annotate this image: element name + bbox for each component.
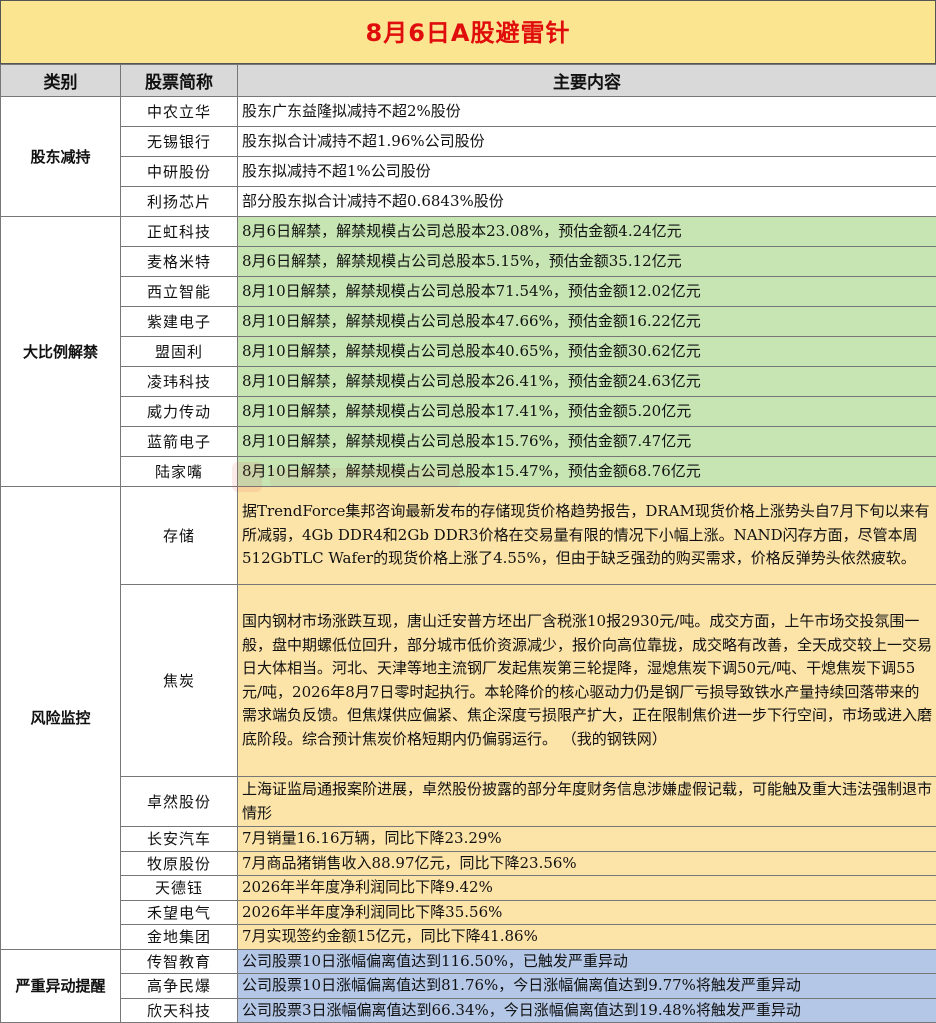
- table-row: 股东减持 中农立华 股东广东益隆拟减持不超2%股份: [1, 97, 936, 127]
- stock-name: 存储: [121, 487, 238, 585]
- content-cell: 2026年半年度净利润同比下降9.42%: [238, 876, 936, 901]
- content-cell: 8月10日解禁，解禁规模占公司总股本71.54%，预估金额12.02亿元: [238, 277, 936, 307]
- content-cell: 8月6日解禁，解禁规模占公司总股本23.08%，预估金额4.24亿元: [238, 217, 936, 247]
- content-cell: 上海证监局通报案阶进展，卓然股份披露的部分年度财务信息涉嫌虚假记载，可能触及重大…: [238, 777, 936, 827]
- table-row: 无锡银行 股东拟合计减持不超1.96%公司股份: [1, 127, 936, 157]
- content-cell: 公司股票3日涨幅偏离值达到66.34%，今日涨幅偏离值达到19.48%将触发严重…: [238, 998, 936, 1023]
- table-row: 长安汽车 7月销量16.16万辆，同比下降23.29%: [1, 827, 936, 852]
- content-cell: 8月10日解禁，解禁规模占公司总股本26.41%，预估金额24.63亿元: [238, 367, 936, 397]
- group-risk-monitor: 风险监控 存储 据TrendForce集邦咨询最新发布的存储现货价格趋势报告，D…: [1, 487, 936, 950]
- table-row: 欣天科技 公司股票3日涨幅偏离值达到66.34%，今日涨幅偏离值达到19.48%…: [1, 998, 936, 1023]
- group-large-unlock: 大比例解禁 正虹科技 8月6日解禁，解禁规模占公司总股本23.08%，预估金额4…: [1, 217, 936, 487]
- content-cell: 股东广东益隆拟减持不超2%股份: [238, 97, 936, 127]
- header-row: 类别 股票简称 主要内容: [1, 65, 936, 97]
- category-cell: 大比例解禁: [1, 217, 121, 487]
- table-row: 陆家嘴 8月10日解禁，解禁规模占公司总股本15.47%，预估金额68.76亿元: [1, 457, 936, 487]
- stock-name: 焦炭: [121, 585, 238, 777]
- table-row: 凌玮科技 8月10日解禁，解禁规模占公司总股本26.41%，预估金额24.63亿…: [1, 367, 936, 397]
- content-cell: 公司股票10日涨幅偏离值达到81.76%，今日涨幅偏离值达到9.77%将触发严重…: [238, 974, 936, 999]
- content-cell: 7月商品猪销售收入88.97亿元，同比下降23.56%: [238, 851, 936, 876]
- header-content: 主要内容: [238, 65, 936, 97]
- table-row: 大比例解禁 正虹科技 8月6日解禁，解禁规模占公司总股本23.08%，预估金额4…: [1, 217, 936, 247]
- stock-name: 凌玮科技: [121, 367, 238, 397]
- header-category: 类别: [1, 65, 121, 97]
- stock-name: 高争民爆: [121, 974, 238, 999]
- table-row: 西立智能 8月10日解禁，解禁规模占公司总股本71.54%，预估金额12.02亿…: [1, 277, 936, 307]
- table-row: 卓然股份 上海证监局通报案阶进展，卓然股份披露的部分年度财务信息涉嫌虚假记载，可…: [1, 777, 936, 827]
- stock-name: 威力传动: [121, 397, 238, 427]
- stock-name: 长安汽车: [121, 827, 238, 852]
- table-row: 金地集团 7月实现签约金额15亿元，同比下降41.86%: [1, 925, 936, 950]
- content-cell: 部分股东拟合计减持不超0.6843%股份: [238, 187, 936, 217]
- table-row: 天德钰 2026年半年度净利润同比下降9.42%: [1, 876, 936, 901]
- stock-name: 中研股份: [121, 157, 238, 187]
- content-cell: 8月10日解禁，解禁规模占公司总股本15.76%，预估金额7.47亿元: [238, 427, 936, 457]
- table-row: 禾望电气 2026年半年度净利润同比下降35.56%: [1, 900, 936, 925]
- content-cell: 国内钢材市场涨跌互现，唐山迁安普方坯出厂含税涨10报2930元/吨。成交方面，上…: [238, 585, 936, 777]
- sheet-title: 8月6日A股避雷针: [0, 0, 936, 64]
- header-stock: 股票简称: [121, 65, 238, 97]
- stock-name: 禾望电气: [121, 900, 238, 925]
- stock-name: 天德钰: [121, 876, 238, 901]
- table-row: 蓝箭电子 8月10日解禁，解禁规模占公司总股本15.76%，预估金额7.47亿元: [1, 427, 936, 457]
- content-cell: 8月10日解禁，解禁规模占公司总股本17.41%，预估金额5.20亿元: [238, 397, 936, 427]
- stock-name: 西立智能: [121, 277, 238, 307]
- stock-name: 卓然股份: [121, 777, 238, 827]
- stock-name: 麦格米特: [121, 247, 238, 277]
- table-row: 严重异动提醒 传智教育 公司股票10日涨幅偏离值达到116.50%，已触发严重异…: [1, 949, 936, 974]
- content-cell: 股东拟合计减持不超1.96%公司股份: [238, 127, 936, 157]
- stock-name: 无锡银行: [121, 127, 238, 157]
- content-cell: 8月10日解禁，解禁规模占公司总股本15.47%，预估金额68.76亿元: [238, 457, 936, 487]
- table-row: 中研股份 股东拟减持不超1%公司股份: [1, 157, 936, 187]
- category-cell: 严重异动提醒: [1, 949, 121, 1023]
- table-row: 风险监控 存储 据TrendForce集邦咨询最新发布的存储现货价格趋势报告，D…: [1, 487, 936, 585]
- data-table: 类别 股票简称 主要内容 股东减持 中农立华 股东广东益隆拟减持不超2%股份 无…: [0, 64, 936, 1023]
- stock-name: 金地集团: [121, 925, 238, 950]
- stock-name: 蓝箭电子: [121, 427, 238, 457]
- content-cell: 8月10日解禁，解禁规模占公司总股本47.66%，预估金额16.22亿元: [238, 307, 936, 337]
- group-abnormal-alert: 严重异动提醒 传智教育 公司股票10日涨幅偏离值达到116.50%，已触发严重异…: [1, 949, 936, 1023]
- table-row: 紫建电子 8月10日解禁，解禁规模占公司总股本47.66%，预估金额16.22亿…: [1, 307, 936, 337]
- table-row: 利扬芯片 部分股东拟合计减持不超0.6843%股份: [1, 187, 936, 217]
- content-cell: 8月6日解禁，解禁规模占公司总股本5.15%，预估金额35.12亿元: [238, 247, 936, 277]
- stock-name: 牧原股份: [121, 851, 238, 876]
- table-row: 盟固利 8月10日解禁，解禁规模占公司总股本40.65%，预估金额30.62亿元: [1, 337, 936, 367]
- stock-name: 欣天科技: [121, 998, 238, 1023]
- stock-name: 中农立华: [121, 97, 238, 127]
- table-row: 麦格米特 8月6日解禁，解禁规模占公司总股本5.15%，预估金额35.12亿元: [1, 247, 936, 277]
- stock-name: 紫建电子: [121, 307, 238, 337]
- content-cell: 公司股票10日涨幅偏离值达到116.50%，已触发严重异动: [238, 949, 936, 974]
- spreadsheet-sheet: 8月6日A股避雷针 类别 股票简称 主要内容 股东减持 中农立华 股东广东益隆拟…: [0, 0, 936, 1009]
- table-row: 高争民爆 公司股票10日涨幅偏离值达到81.76%，今日涨幅偏离值达到9.77%…: [1, 974, 936, 999]
- category-cell: 股东减持: [1, 97, 121, 217]
- table-row: 牧原股份 7月商品猪销售收入88.97亿元，同比下降23.56%: [1, 851, 936, 876]
- content-cell: 2026年半年度净利润同比下降35.56%: [238, 900, 936, 925]
- stock-name: 正虹科技: [121, 217, 238, 247]
- content-cell: 8月10日解禁，解禁规模占公司总股本40.65%，预估金额30.62亿元: [238, 337, 936, 367]
- group-shareholder-reduction: 股东减持 中农立华 股东广东益隆拟减持不超2%股份 无锡银行 股东拟合计减持不超…: [1, 97, 936, 217]
- content-cell: 7月销量16.16万辆，同比下降23.29%: [238, 827, 936, 852]
- stock-name: 陆家嘴: [121, 457, 238, 487]
- stock-name: 利扬芯片: [121, 187, 238, 217]
- content-cell: 股东拟减持不超1%公司股份: [238, 157, 936, 187]
- stock-name: 盟固利: [121, 337, 238, 367]
- content-cell: 7月实现签约金额15亿元，同比下降41.86%: [238, 925, 936, 950]
- category-cell: 风险监控: [1, 487, 121, 950]
- table-row: 焦炭 国内钢材市场涨跌互现，唐山迁安普方坯出厂含税涨10报2930元/吨。成交方…: [1, 585, 936, 777]
- table-row: 威力传动 8月10日解禁，解禁规模占公司总股本17.41%，预估金额5.20亿元: [1, 397, 936, 427]
- content-cell: 据TrendForce集邦咨询最新发布的存储现货价格趋势报告，DRAM现货价格上…: [238, 487, 936, 585]
- stock-name: 传智教育: [121, 949, 238, 974]
